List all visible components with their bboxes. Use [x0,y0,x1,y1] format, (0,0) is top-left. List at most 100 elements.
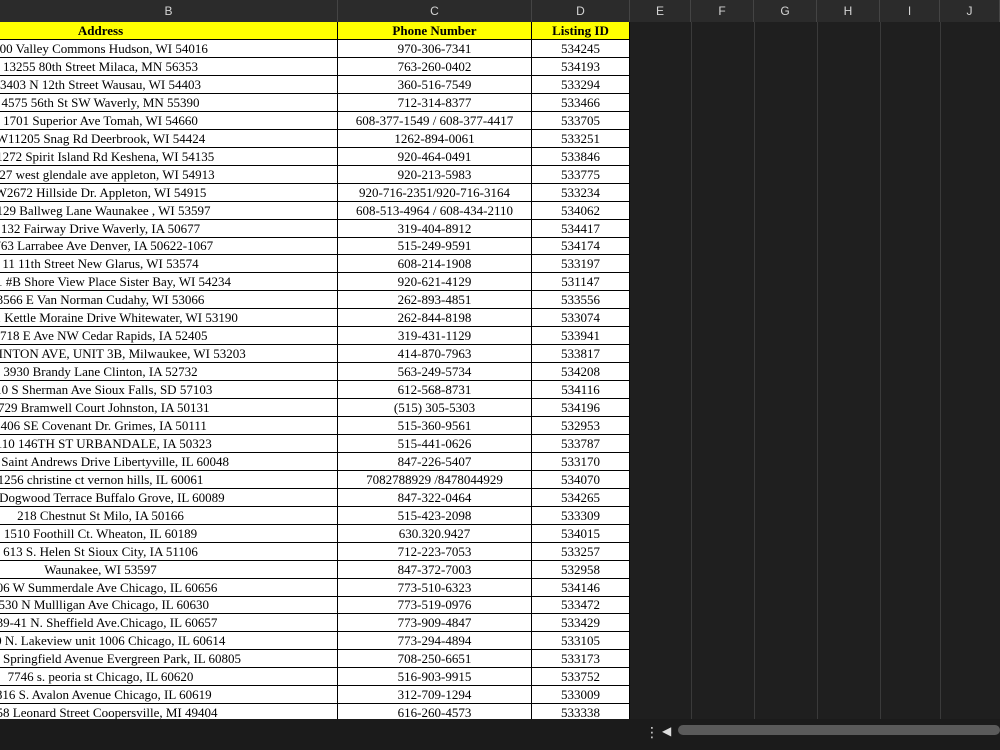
phone-cell[interactable]: 608-214-1908 [338,255,532,274]
listing-id-cell[interactable]: 533466 [532,93,630,112]
header-phone[interactable]: Phone Number [338,22,532,40]
address-cell[interactable]: 3566 E Van Norman Cudahy, WI 53066 [0,291,338,310]
listing-id-cell[interactable]: 533309 [532,506,630,525]
column-header-h[interactable]: H [817,0,880,22]
listing-id-cell[interactable]: 531147 [532,273,630,292]
listing-id-cell[interactable]: 534417 [532,219,630,238]
phone-cell[interactable]: 515-360-9561 [338,416,532,435]
address-cell[interactable]: 410 S Sherman Ave Sioux Falls, SD 57103 [0,381,338,400]
phone-cell[interactable]: 319-431-1129 [338,327,532,346]
address-cell[interactable]: 7746 s. peoria st Chicago, IL 60620 [0,668,338,687]
listing-id-cell[interactable]: 533173 [532,650,630,669]
listing-id-cell[interactable]: 533556 [532,291,630,310]
address-cell[interactable]: 13255 80th Street Milaca, MN 56353 [0,57,338,76]
phone-cell[interactable]: 708-250-6651 [338,650,532,669]
address-cell[interactable]: 7558 Leonard Street Coopersville, MI 494… [0,704,338,719]
listing-id-cell[interactable]: 533429 [532,614,630,633]
listing-id-cell[interactable]: 534146 [532,578,630,597]
phone-cell[interactable]: 515-441-0626 [338,434,532,453]
listing-id-cell[interactable]: 533752 [532,668,630,687]
listing-id-cell[interactable]: 532953 [532,416,630,435]
phone-cell[interactable]: 773-294-4894 [338,632,532,651]
phone-cell[interactable]: 516-903-9915 [338,668,532,687]
listing-id-cell[interactable]: 534208 [532,363,630,382]
listing-id-cell[interactable]: 533941 [532,327,630,346]
address-cell[interactable]: 3403 N 12th Street Wausau, WI 54403 [0,75,338,94]
phone-cell[interactable]: (515) 305-5303 [338,399,532,417]
phone-cell[interactable]: 616-260-4573 [338,704,532,719]
phone-cell[interactable]: 262-893-4851 [338,291,532,310]
column-header-e[interactable]: E [630,0,691,22]
address-cell[interactable]: 1961 Saint Andrews Drive Libertyville, I… [0,452,338,471]
address-cell[interactable]: 3930 Brandy Lane Clinton, IA 52732 [0,363,338,382]
address-cell[interactable]: 6729 Bramwell Court Johnston, IA 50131 [0,399,338,417]
phone-cell[interactable]: 630.320.9427 [338,524,532,543]
phone-cell[interactable]: 847-226-5407 [338,452,532,471]
listing-id-cell[interactable]: 534265 [532,488,630,507]
listing-id-cell[interactable]: 533197 [532,255,630,274]
phone-cell[interactable]: 612-568-8731 [338,381,532,400]
address-cell[interactable]: W11205 Snag Rd Deerbrook, WI 54424 [0,129,338,148]
phone-cell[interactable]: 7082788929 /8478044929 [338,470,532,489]
column-header-j[interactable]: J [940,0,1000,22]
listing-id-cell[interactable]: 533294 [532,75,630,94]
listing-id-cell[interactable]: 533170 [532,452,630,471]
column-header-b[interactable]: B [0,0,338,22]
address-cell[interactable]: 433 Dogwood Terrace Buffalo Grove, IL 60… [0,488,338,507]
listing-id-cell[interactable]: 533251 [532,129,630,148]
column-header-f[interactable]: F [691,0,754,22]
empty-cells-area[interactable] [630,22,1000,719]
address-cell[interactable]: 1510 Foothill Ct. Wheaton, IL 60189 [0,524,338,543]
listing-id-cell[interactable]: 534196 [532,399,630,417]
phone-cell[interactable]: 773-510-6323 [338,578,532,597]
phone-cell[interactable]: 563-249-5734 [338,363,532,382]
address-cell[interactable]: 2527 west glendale ave appleton, WI 5491… [0,165,338,184]
address-cell[interactable]: 10601 #B Shore View Place Sister Bay, WI… [0,273,338,292]
phone-cell[interactable]: 920-621-4129 [338,273,532,292]
listing-id-cell[interactable]: 532958 [532,560,630,579]
address-cell[interactable]: N1272 Spirit Island Rd Keshena, WI 54135 [0,147,338,166]
address-cell[interactable]: Waunakee, WI 53597 [0,560,338,579]
listing-id-cell[interactable]: 533074 [532,309,630,328]
phone-cell[interactable]: 312-709-1294 [338,686,532,705]
address-cell[interactable]: 2406 SE Covenant Dr. Grimes, IA 50111 [0,416,338,435]
phone-cell[interactable]: 515-249-9591 [338,237,532,256]
column-header-c[interactable]: C [338,0,532,22]
phone-cell[interactable]: 319-404-8912 [338,219,532,238]
address-cell[interactable]: 4575 56th St SW Waverly, MN 55390 [0,93,338,112]
phone-cell[interactable]: 515-423-2098 [338,506,532,525]
listing-id-cell[interactable]: 533846 [532,147,630,166]
listing-id-cell[interactable]: 533009 [532,686,630,705]
address-cell[interactable]: 2650 N. Lakeview unit 1006 Chicago, IL 6… [0,632,338,651]
address-cell[interactable]: 4110 146TH ST URBANDALE, IA 50323 [0,434,338,453]
column-header-d[interactable]: D [532,0,630,22]
address-cell[interactable]: 218 Chestnut St Milo, IA 50166 [0,506,338,525]
listing-id-cell[interactable]: 534245 [532,40,630,58]
phone-cell[interactable]: 608-513-4964 / 608-434-2110 [338,201,532,220]
phone-cell[interactable]: 414-870-7963 [338,345,532,364]
header-listing-id[interactable]: Listing ID [532,22,630,40]
listing-id-cell[interactable]: 534070 [532,470,630,489]
address-cell[interactable]: 7706 W Summerdale Ave Chicago, IL 60656 [0,578,338,597]
header-address[interactable]: Address [0,22,338,40]
listing-id-cell[interactable]: 533817 [532,345,630,364]
address-cell[interactable]: 613 S. Helen St Sioux City, IA 51106 [0,542,338,561]
phone-cell[interactable]: 262-844-8198 [338,309,532,328]
address-cell[interactable]: 3339-41 N. Sheffield Ave.Chicago, IL 606… [0,614,338,633]
phone-cell[interactable]: 608-377-1549 / 608-377-4417 [338,111,532,130]
phone-cell[interactable]: 920-464-0491 [338,147,532,166]
address-cell[interactable]: PLANKINTON AVE, UNIT 3B, Milwaukee, WI 5… [0,345,338,364]
phone-cell[interactable]: 847-372-7003 [338,560,532,579]
more-options-icon[interactable]: ⋮ [645,725,659,741]
listing-id-cell[interactable]: 534174 [532,237,630,256]
phone-cell[interactable]: 712-223-7053 [338,542,532,561]
address-cell[interactable]: 1701 Superior Ave Tomah, WI 54660 [0,111,338,130]
phone-cell[interactable]: 1262-894-0061 [338,129,532,148]
address-cell[interactable]: 11 11th Street New Glarus, WI 53574 [0,255,338,274]
column-header-g[interactable]: G [754,0,817,22]
address-cell[interactable]: 400 Valley Commons Hudson, WI 54016 [0,40,338,58]
phone-cell[interactable]: 712-314-8377 [338,93,532,112]
address-cell[interactable]: 2718 E Ave NW Cedar Rapids, IA 52405 [0,327,338,346]
listing-id-cell[interactable]: 534116 [532,381,630,400]
address-cell[interactable]: 1256 christine ct vernon hills, IL 60061 [0,470,338,489]
